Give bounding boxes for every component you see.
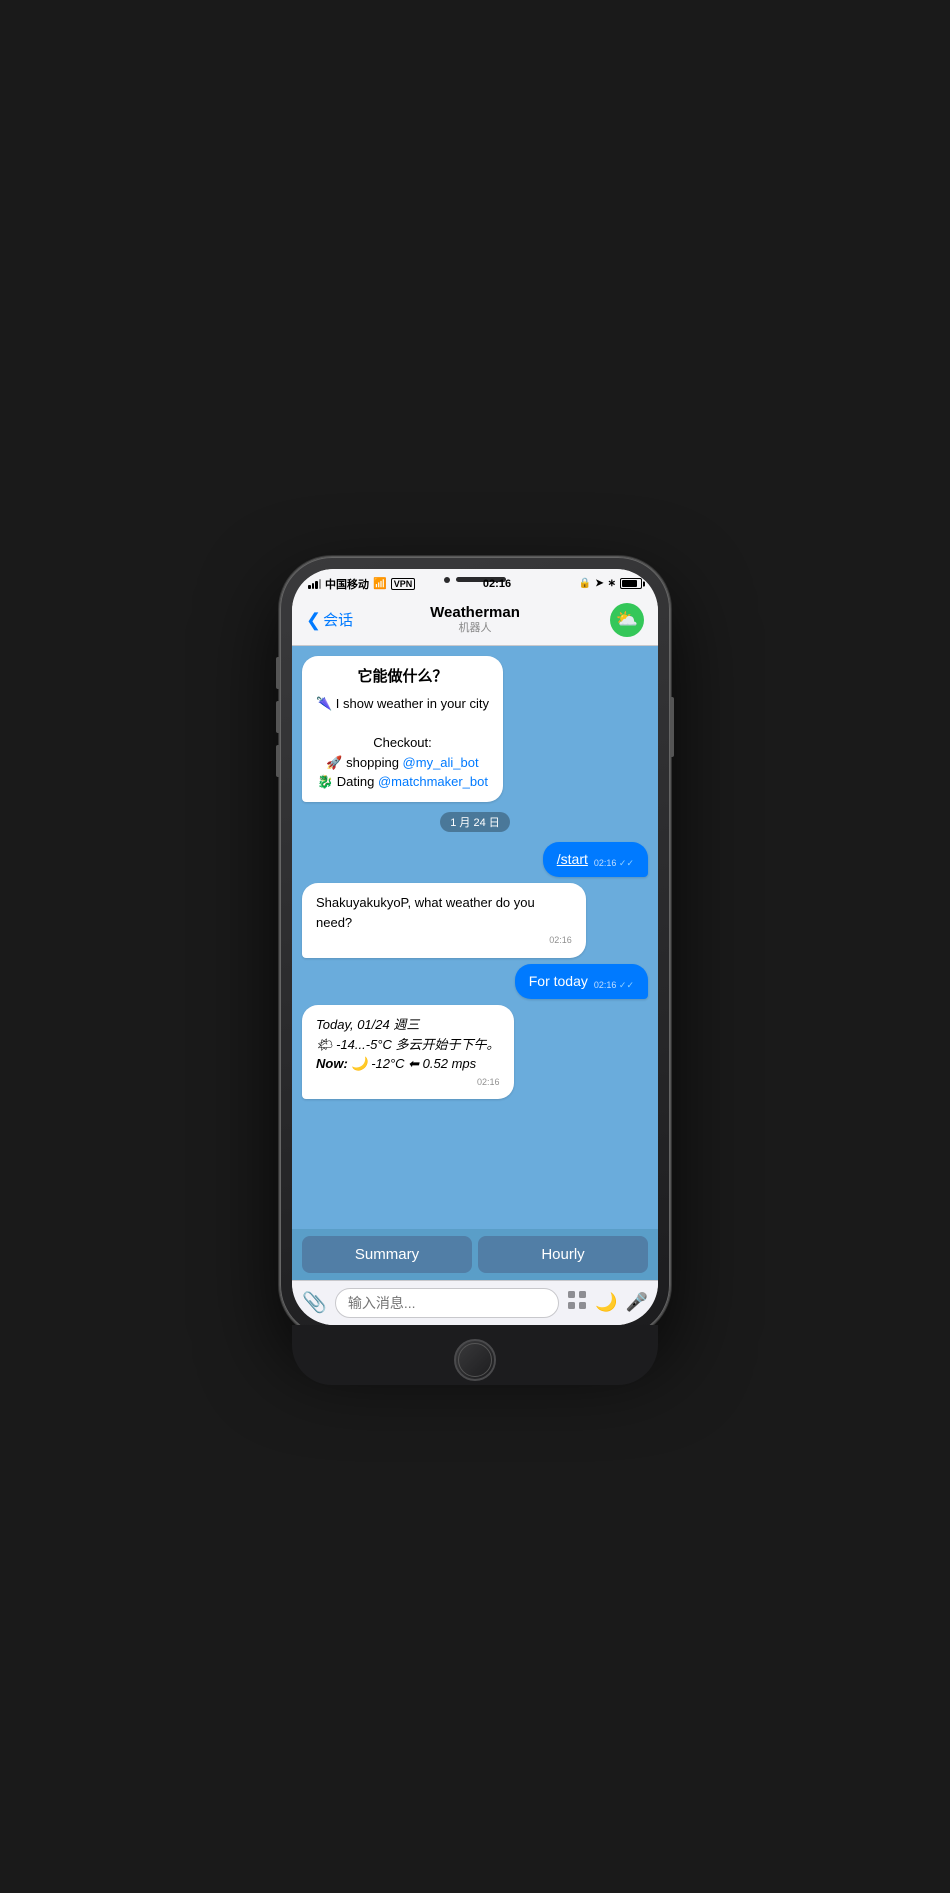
- double-check-today-icon: ✓✓: [619, 980, 634, 990]
- chat-area[interactable]: 它能做什么？ 🌂 I show weather in your city Che…: [292, 646, 658, 1229]
- bot-message-weather-query-text: ShakuyakukyoP, what weather do you need?: [316, 893, 572, 932]
- navigation-bar: ❮ 会话 Weatherman 机器人 ⛅: [292, 597, 658, 646]
- chat-subtitle: 机器人: [430, 622, 520, 635]
- bot-message-weather-query-time: 02:16: [316, 934, 572, 948]
- attach-icon[interactable]: 📎: [302, 1290, 327, 1315]
- user-message-start: /start 02:16 ✓✓: [543, 842, 648, 878]
- hourly-label: Hourly: [541, 1246, 584, 1263]
- bot-avatar[interactable]: ⛅: [610, 603, 644, 637]
- status-right: 🔒 ➤ ∗: [579, 578, 642, 589]
- moon-icon[interactable]: 🌙: [595, 1292, 617, 1313]
- battery: [620, 578, 642, 589]
- welcome-title: 它能做什么？: [316, 666, 489, 689]
- front-camera: [444, 577, 450, 583]
- signal-bars: [308, 579, 321, 589]
- bot-message-weather-result: Today, 01/24 週三 🌤 -14...-5°C 多云开始于下午。 No…: [302, 1005, 514, 1099]
- chevron-left-icon: ❮: [306, 611, 321, 629]
- welcome-item2: 🐉 Dating @matchmaker_bot: [316, 772, 489, 792]
- welcome-line1: 🌂 I show weather in your city: [316, 694, 489, 714]
- home-button-inner: [458, 1343, 492, 1377]
- date-label: 1 月 24 日: [450, 817, 500, 829]
- phone-device: 中国移动 📶 VPN 02:16 🔒 ➤ ∗ ❮ 会话 Weatherman: [280, 557, 670, 1337]
- back-label: 会话: [323, 609, 353, 630]
- welcome-message-bubble: 它能做什么？ 🌂 I show weather in your city Che…: [302, 656, 503, 802]
- summary-button[interactable]: Summary: [302, 1236, 472, 1273]
- carrier-label: 中国移动: [325, 576, 369, 592]
- matchmaker-bot-link[interactable]: @matchmaker_bot: [378, 774, 488, 789]
- back-button[interactable]: ❮ 会话: [306, 609, 353, 630]
- phone-screen: 中国移动 📶 VPN 02:16 🔒 ➤ ∗ ❮ 会话 Weatherman: [292, 569, 658, 1325]
- weather-result-time: 02:16: [316, 1076, 500, 1090]
- weather-result-text: Today, 01/24 週三 🌤 -14...-5°C 多云开始于下午。 No…: [316, 1015, 500, 1074]
- user-message-start-text: /start: [557, 850, 588, 870]
- my-ali-bot-link[interactable]: @my_ali_bot: [403, 755, 479, 770]
- status-bar: 中国移动 📶 VPN 02:16 🔒 ➤ ∗: [292, 569, 658, 597]
- lock-icon: 🔒: [579, 578, 591, 589]
- user-message-for-today-time: 02:16 ✓✓: [594, 979, 634, 992]
- welcome-item1: 🚀 shopping @my_ali_bot: [316, 753, 489, 773]
- microphone-icon[interactable]: 🎤: [626, 1292, 648, 1313]
- location-icon: ➤: [595, 578, 603, 589]
- bot-avatar-icon: ⛅: [616, 609, 638, 630]
- weather-temp-line: 🌤 -14...-5°C 多云开始于下午。: [316, 1035, 500, 1055]
- double-check-icon: ✓✓: [619, 858, 634, 868]
- home-button[interactable]: [454, 1339, 496, 1381]
- welcome-checkout: Checkout:: [316, 733, 489, 753]
- message-input[interactable]: [335, 1288, 559, 1318]
- action-buttons-row: Summary Hourly: [292, 1229, 658, 1280]
- date-separator: 1 月 24 日: [440, 812, 510, 832]
- emoji-grid-icon[interactable]: [567, 1290, 587, 1315]
- user-message-for-today: For today 02:16 ✓✓: [515, 964, 648, 1000]
- weather-now-line: Now: 🌙 -12°C ⬅ 0.52 mps: [316, 1054, 500, 1074]
- home-button-area: [292, 1325, 658, 1385]
- user-message-for-today-text: For today: [529, 972, 588, 992]
- summary-label: Summary: [355, 1246, 419, 1263]
- battery-fill: [622, 580, 637, 587]
- vpn-badge: VPN: [391, 578, 416, 590]
- status-time: 02:16: [483, 578, 511, 590]
- nav-center: Weatherman 机器人: [430, 604, 520, 635]
- bluetooth-icon: ∗: [608, 578, 616, 589]
- hourly-button[interactable]: Hourly: [478, 1236, 648, 1273]
- user-message-start-time: 02:16 ✓✓: [594, 857, 634, 870]
- status-left: 中国移动 📶 VPN: [308, 576, 415, 592]
- wifi-icon: 📶: [373, 577, 387, 590]
- weather-date-line: Today, 01/24 週三: [316, 1015, 500, 1035]
- chat-title: Weatherman: [430, 604, 520, 622]
- bot-message-weather-query: ShakuyakukyoP, what weather do you need?…: [302, 883, 586, 958]
- input-bar: 📎 🌙 🎤: [292, 1280, 658, 1325]
